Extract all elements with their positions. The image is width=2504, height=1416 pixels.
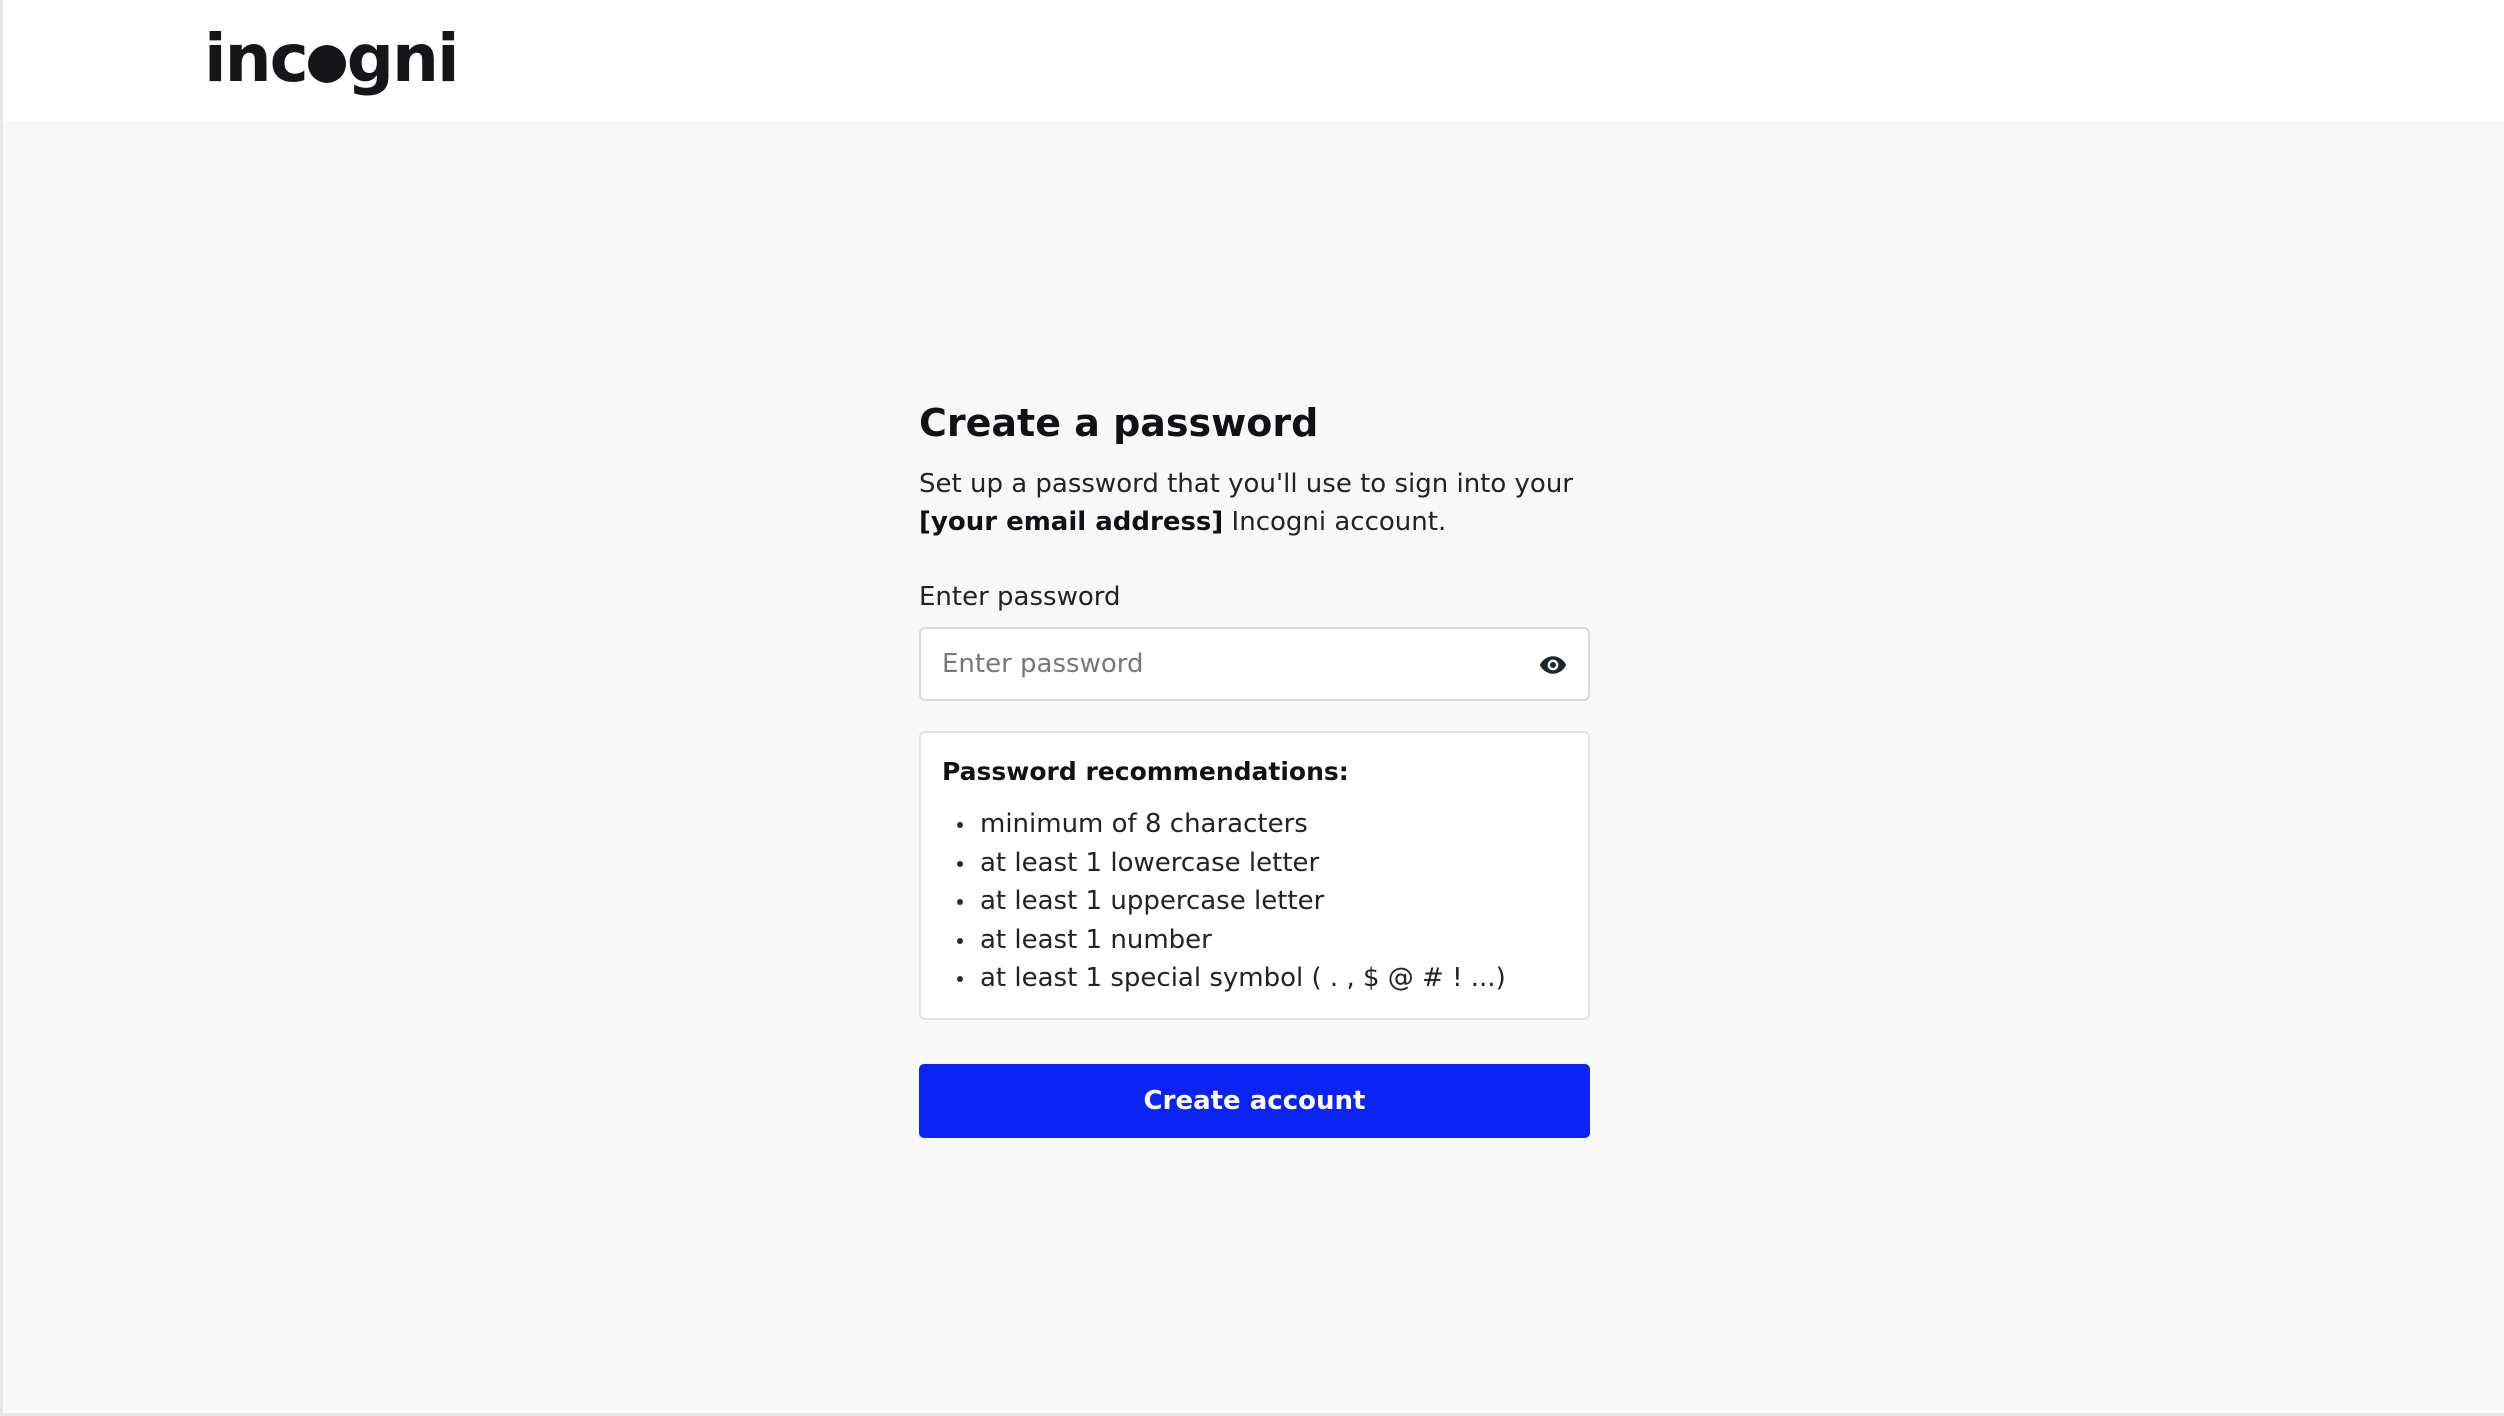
recommendations-list: minimum of 8 characters at least 1 lower… [942, 805, 1568, 998]
description-text-end: Incogni account. [1223, 507, 1447, 537]
password-field-label: Enter password [919, 582, 1121, 612]
password-recommendations-box: Password recommendations: minimum of 8 c… [919, 731, 1590, 1020]
incogni-logo[interactable]: inc gni [204, 14, 460, 104]
eye-icon[interactable] [1538, 650, 1568, 680]
password-field-wrapper [919, 627, 1590, 701]
password-input[interactable] [921, 629, 1522, 699]
create-password-form: Create a password Set up a password that… [919, 395, 1590, 1138]
logo-dot-icon [307, 45, 346, 83]
create-account-button[interactable]: Create account [919, 1063, 1590, 1138]
recommendation-item: at least 1 lowercase letter [942, 844, 1568, 883]
recommendation-item: minimum of 8 characters [942, 805, 1568, 844]
recommendations-title: Password recommendations: [942, 757, 1349, 786]
recommendation-item: at least 1 uppercase letter [942, 882, 1568, 921]
recommendation-item: at least 1 number [942, 921, 1568, 960]
page-title: Create a password [919, 401, 1319, 445]
description-text: Set up a password that you'll use to sig… [919, 469, 1573, 499]
top-header: inc gni [3, 0, 2504, 121]
form-description: Set up a password that you'll use to sig… [919, 465, 1590, 541]
email-placeholder-text: [your email address] [919, 507, 1224, 537]
recommendation-item: at least 1 special symbol ( . , $ @ # ! … [942, 959, 1568, 998]
